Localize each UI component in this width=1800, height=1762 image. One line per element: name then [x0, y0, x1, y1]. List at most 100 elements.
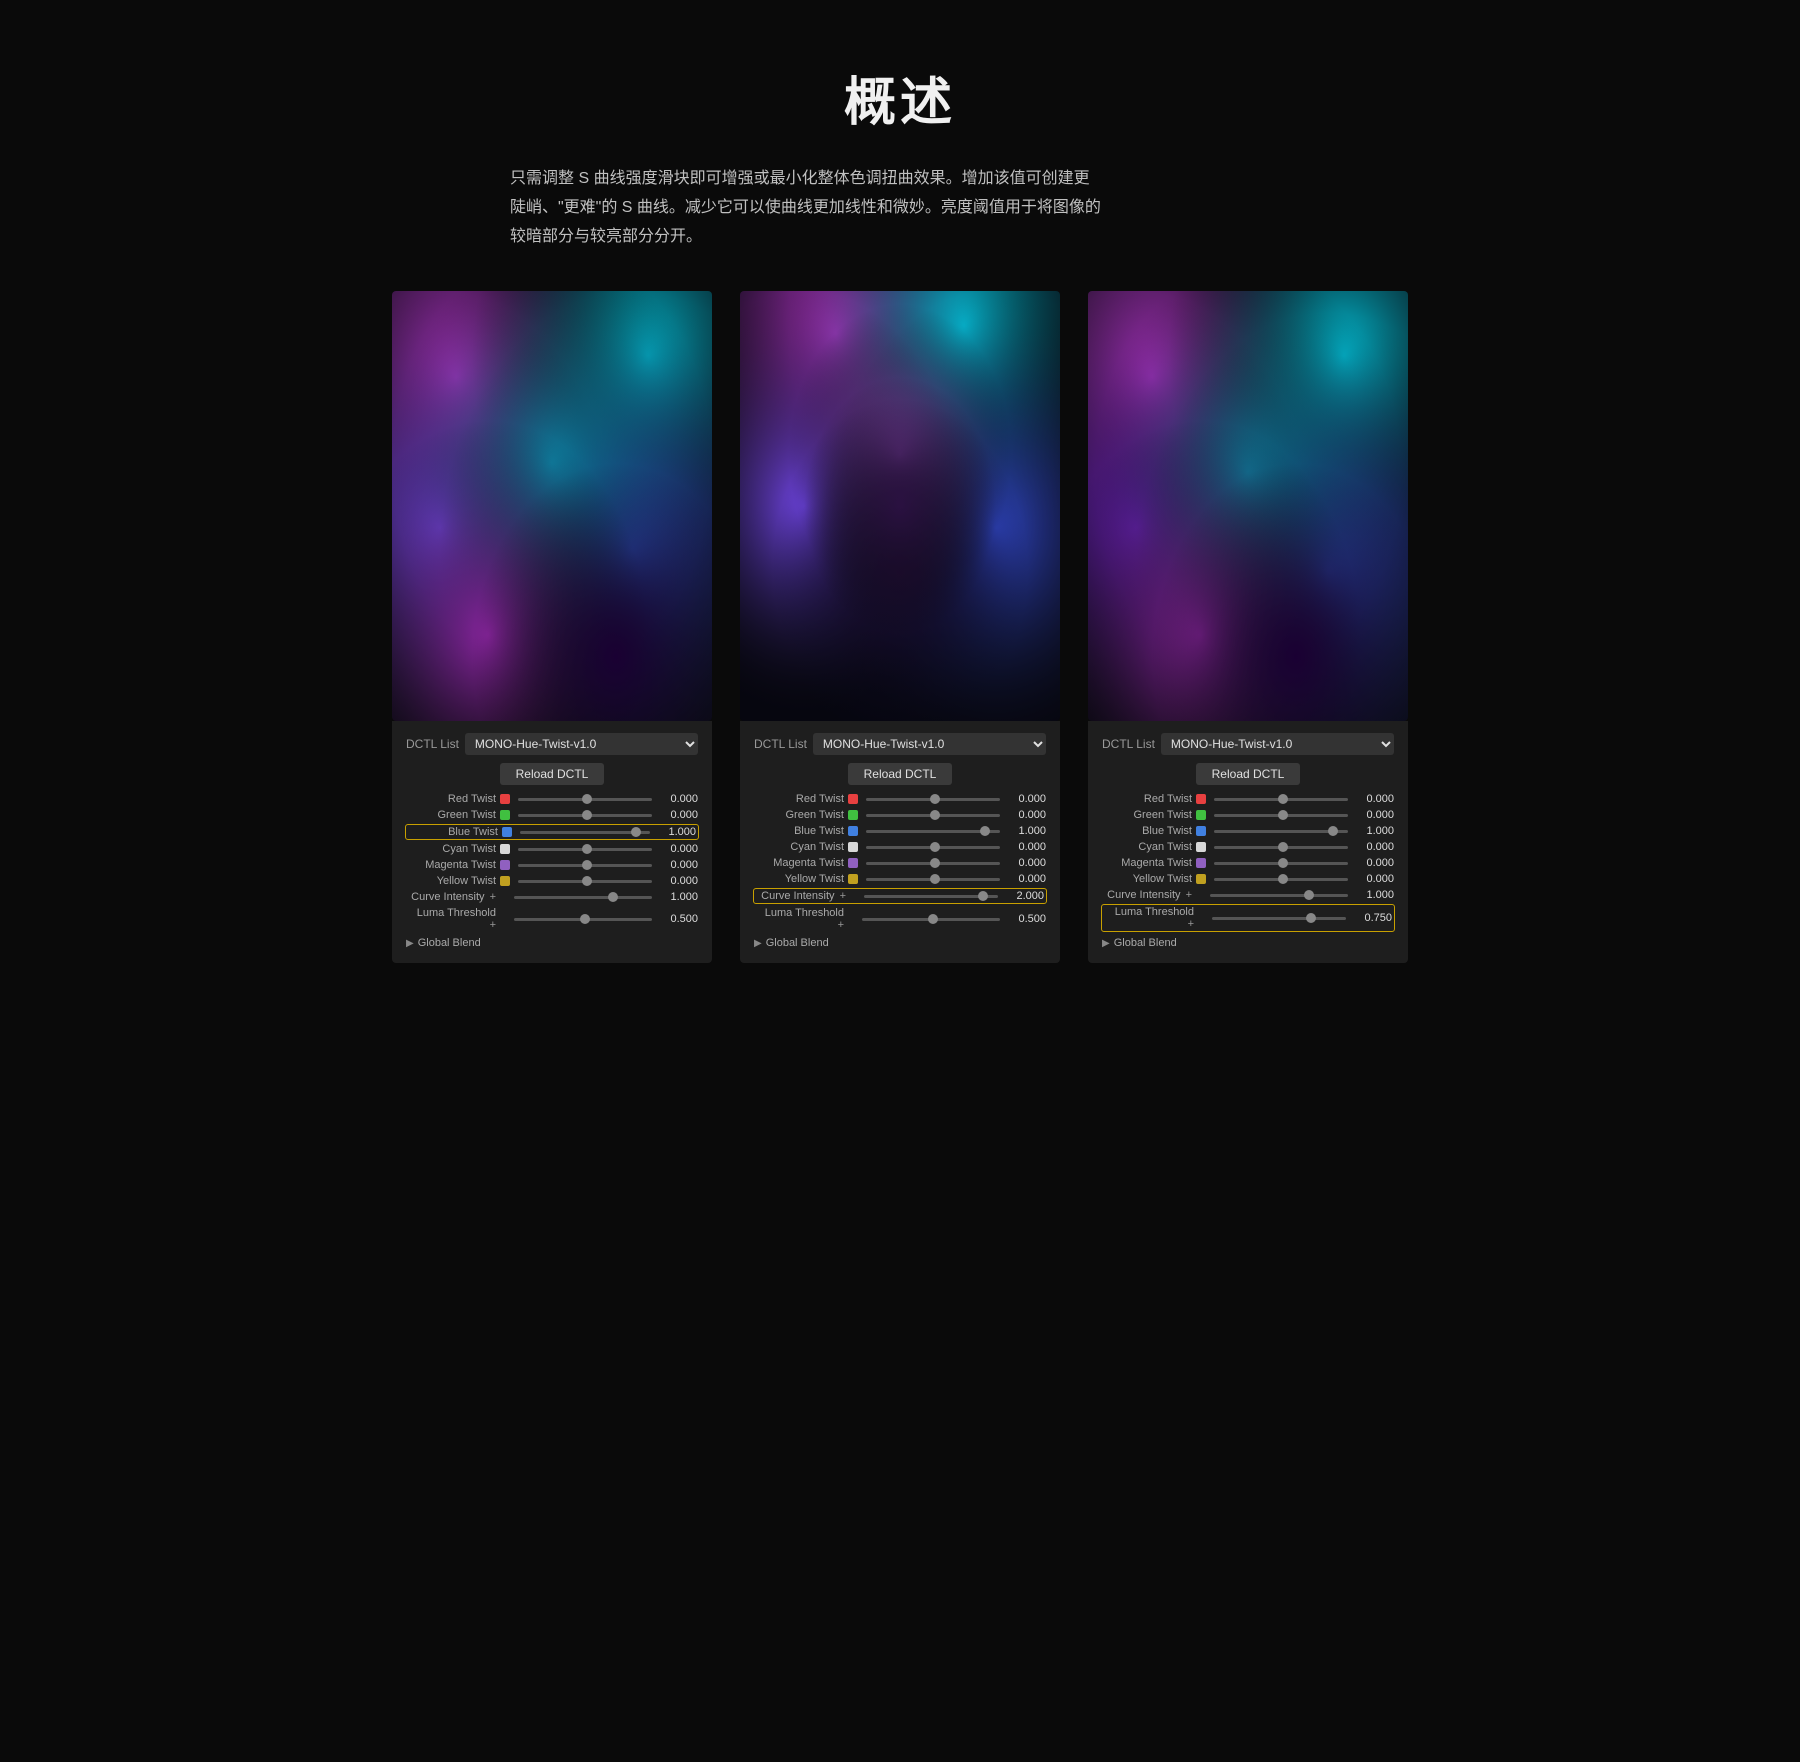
dctl-select-1[interactable]: MONO-Hue-Twist-v1.0: [465, 733, 698, 755]
global-blend-label: Global Blend: [766, 937, 829, 949]
page-title: 概述: [390, 60, 1410, 135]
param-label: Red Twist: [754, 793, 844, 805]
slider-track[interactable]: [1214, 814, 1348, 817]
param-row-cyan-twist-2: Cyan Twist 0.000: [754, 841, 1046, 853]
slider-track[interactable]: [866, 830, 1000, 833]
slider-track[interactable]: [514, 896, 652, 899]
param-value: 0.000: [1008, 841, 1046, 853]
slider-track[interactable]: [518, 848, 652, 851]
slider-track[interactable]: [1214, 830, 1348, 833]
param-row-magenta-twist-2: Magenta Twist 0.000: [754, 857, 1046, 869]
param-value: 0.000: [660, 843, 698, 855]
slider-track[interactable]: [864, 895, 998, 898]
param-label: Yellow Twist: [406, 875, 496, 887]
param-row-luma-threshold-3: Luma Threshold + 0.750: [1102, 905, 1394, 931]
param-value: 1.000: [1008, 825, 1046, 837]
dctl-select-3[interactable]: MONO-Hue-Twist-v1.0: [1161, 733, 1394, 755]
dctl-list-label-1: DCTL List: [406, 737, 459, 751]
param-label: Curve Intensity +: [1102, 889, 1192, 901]
dctl-row-2: DCTL List MONO-Hue-Twist-v1.0: [754, 733, 1046, 755]
param-value: 0.000: [1356, 841, 1394, 853]
slider-track[interactable]: [866, 846, 1000, 849]
reload-dctl-btn-2[interactable]: Reload DCTL: [848, 763, 953, 785]
param-value: 0.500: [1008, 913, 1046, 925]
slider-track[interactable]: [518, 880, 652, 883]
green-swatch-3: [1196, 810, 1206, 820]
param-row-curve-intensity-1: Curve Intensity + 1.000: [406, 891, 698, 903]
param-value: 1.000: [1356, 825, 1394, 837]
reload-dctl-btn-1[interactable]: Reload DCTL: [500, 763, 605, 785]
param-label: Green Twist: [406, 809, 496, 821]
green-swatch-1: [500, 810, 510, 820]
controls-panel-1: DCTL List MONO-Hue-Twist-v1.0 Reload DCT…: [392, 721, 712, 963]
param-value: 0.000: [660, 859, 698, 871]
slider-track[interactable]: [862, 918, 1000, 921]
red-swatch-2: [848, 794, 858, 804]
param-row-cyan-twist-1: Cyan Twist 0.000: [406, 843, 698, 855]
slider-track[interactable]: [1214, 846, 1348, 849]
param-value: 0.000: [1008, 857, 1046, 869]
slider-track[interactable]: [1214, 798, 1348, 801]
slider-track[interactable]: [518, 864, 652, 867]
slider-track[interactable]: [1214, 878, 1348, 881]
cyan-swatch-1: [500, 844, 510, 854]
param-label: Cyan Twist: [1102, 841, 1192, 853]
header-section: 概述 只需调整 S 曲线强度滑块即可增强或最小化整体色调扭曲效果。增加该值可创建…: [390, 60, 1410, 251]
slider-track[interactable]: [520, 831, 650, 834]
param-label: Yellow Twist: [1102, 873, 1192, 885]
param-label: Luma Threshold +: [754, 907, 844, 931]
chevron-right-icon: ▶: [1102, 938, 1110, 949]
slider-track[interactable]: [518, 798, 652, 801]
param-row-blue-twist-2: Blue Twist 1.000: [754, 825, 1046, 837]
param-value: 1.000: [1356, 889, 1394, 901]
slider-track[interactable]: [514, 918, 652, 921]
global-blend-row-1[interactable]: ▶ Global Blend: [406, 937, 698, 949]
magenta-swatch-3: [1196, 858, 1206, 868]
dctl-list-label-2: DCTL List: [754, 737, 807, 751]
param-label: Blue Twist: [408, 826, 498, 838]
param-row-blue-twist-1: Blue Twist 1.000: [406, 825, 698, 839]
slider-track[interactable]: [866, 798, 1000, 801]
global-blend-label: Global Blend: [1114, 937, 1177, 949]
param-label: Magenta Twist: [1102, 857, 1192, 869]
magenta-swatch-2: [848, 858, 858, 868]
param-row-green-twist-3: Green Twist 0.000: [1102, 809, 1394, 821]
slider-track[interactable]: [518, 814, 652, 817]
dctl-list-label-3: DCTL List: [1102, 737, 1155, 751]
param-label: Luma Threshold +: [1104, 906, 1194, 930]
reload-dctl-btn-3[interactable]: Reload DCTL: [1196, 763, 1301, 785]
param-row-red-twist-3: Red Twist 0.000: [1102, 793, 1394, 805]
param-label: Curve Intensity +: [406, 891, 496, 903]
param-row-yellow-twist-3: Yellow Twist 0.000: [1102, 873, 1394, 885]
red-swatch-3: [1196, 794, 1206, 804]
param-row-luma-threshold-1: Luma Threshold + 0.500: [406, 907, 698, 931]
param-row-curve-intensity-3: Curve Intensity + 1.000: [1102, 889, 1394, 901]
magenta-swatch-1: [500, 860, 510, 870]
param-row-blue-twist-3: Blue Twist 1.000: [1102, 825, 1394, 837]
dctl-row-1: DCTL List MONO-Hue-Twist-v1.0: [406, 733, 698, 755]
slider-track[interactable]: [866, 814, 1000, 817]
panel-1: DCTL List MONO-Hue-Twist-v1.0 Reload DCT…: [392, 291, 712, 963]
blue-swatch-3: [1196, 826, 1206, 836]
slider-track[interactable]: [1214, 862, 1348, 865]
param-label: Blue Twist: [754, 825, 844, 837]
slider-track[interactable]: [866, 862, 1000, 865]
global-blend-row-2[interactable]: ▶ Global Blend: [754, 937, 1046, 949]
param-value: 1.000: [660, 891, 698, 903]
yellow-swatch-3: [1196, 874, 1206, 884]
param-label: Red Twist: [1102, 793, 1192, 805]
global-blend-row-3[interactable]: ▶ Global Blend: [1102, 937, 1394, 949]
param-value: 0.500: [660, 913, 698, 925]
color-preview-3: [1088, 291, 1408, 721]
panels-row: DCTL List MONO-Hue-Twist-v1.0 Reload DCT…: [390, 291, 1410, 963]
param-value: 2.000: [1006, 890, 1044, 902]
slider-track[interactable]: [1210, 894, 1348, 897]
slider-track[interactable]: [866, 878, 1000, 881]
param-value: 0.000: [660, 793, 698, 805]
dctl-select-2[interactable]: MONO-Hue-Twist-v1.0: [813, 733, 1046, 755]
param-row-magenta-twist-1: Magenta Twist 0.000: [406, 859, 698, 871]
panel-2: DCTL List MONO-Hue-Twist-v1.0 Reload DCT…: [740, 291, 1060, 963]
param-label: Magenta Twist: [406, 859, 496, 871]
slider-track[interactable]: [1212, 917, 1346, 920]
param-value: 0.000: [1008, 793, 1046, 805]
